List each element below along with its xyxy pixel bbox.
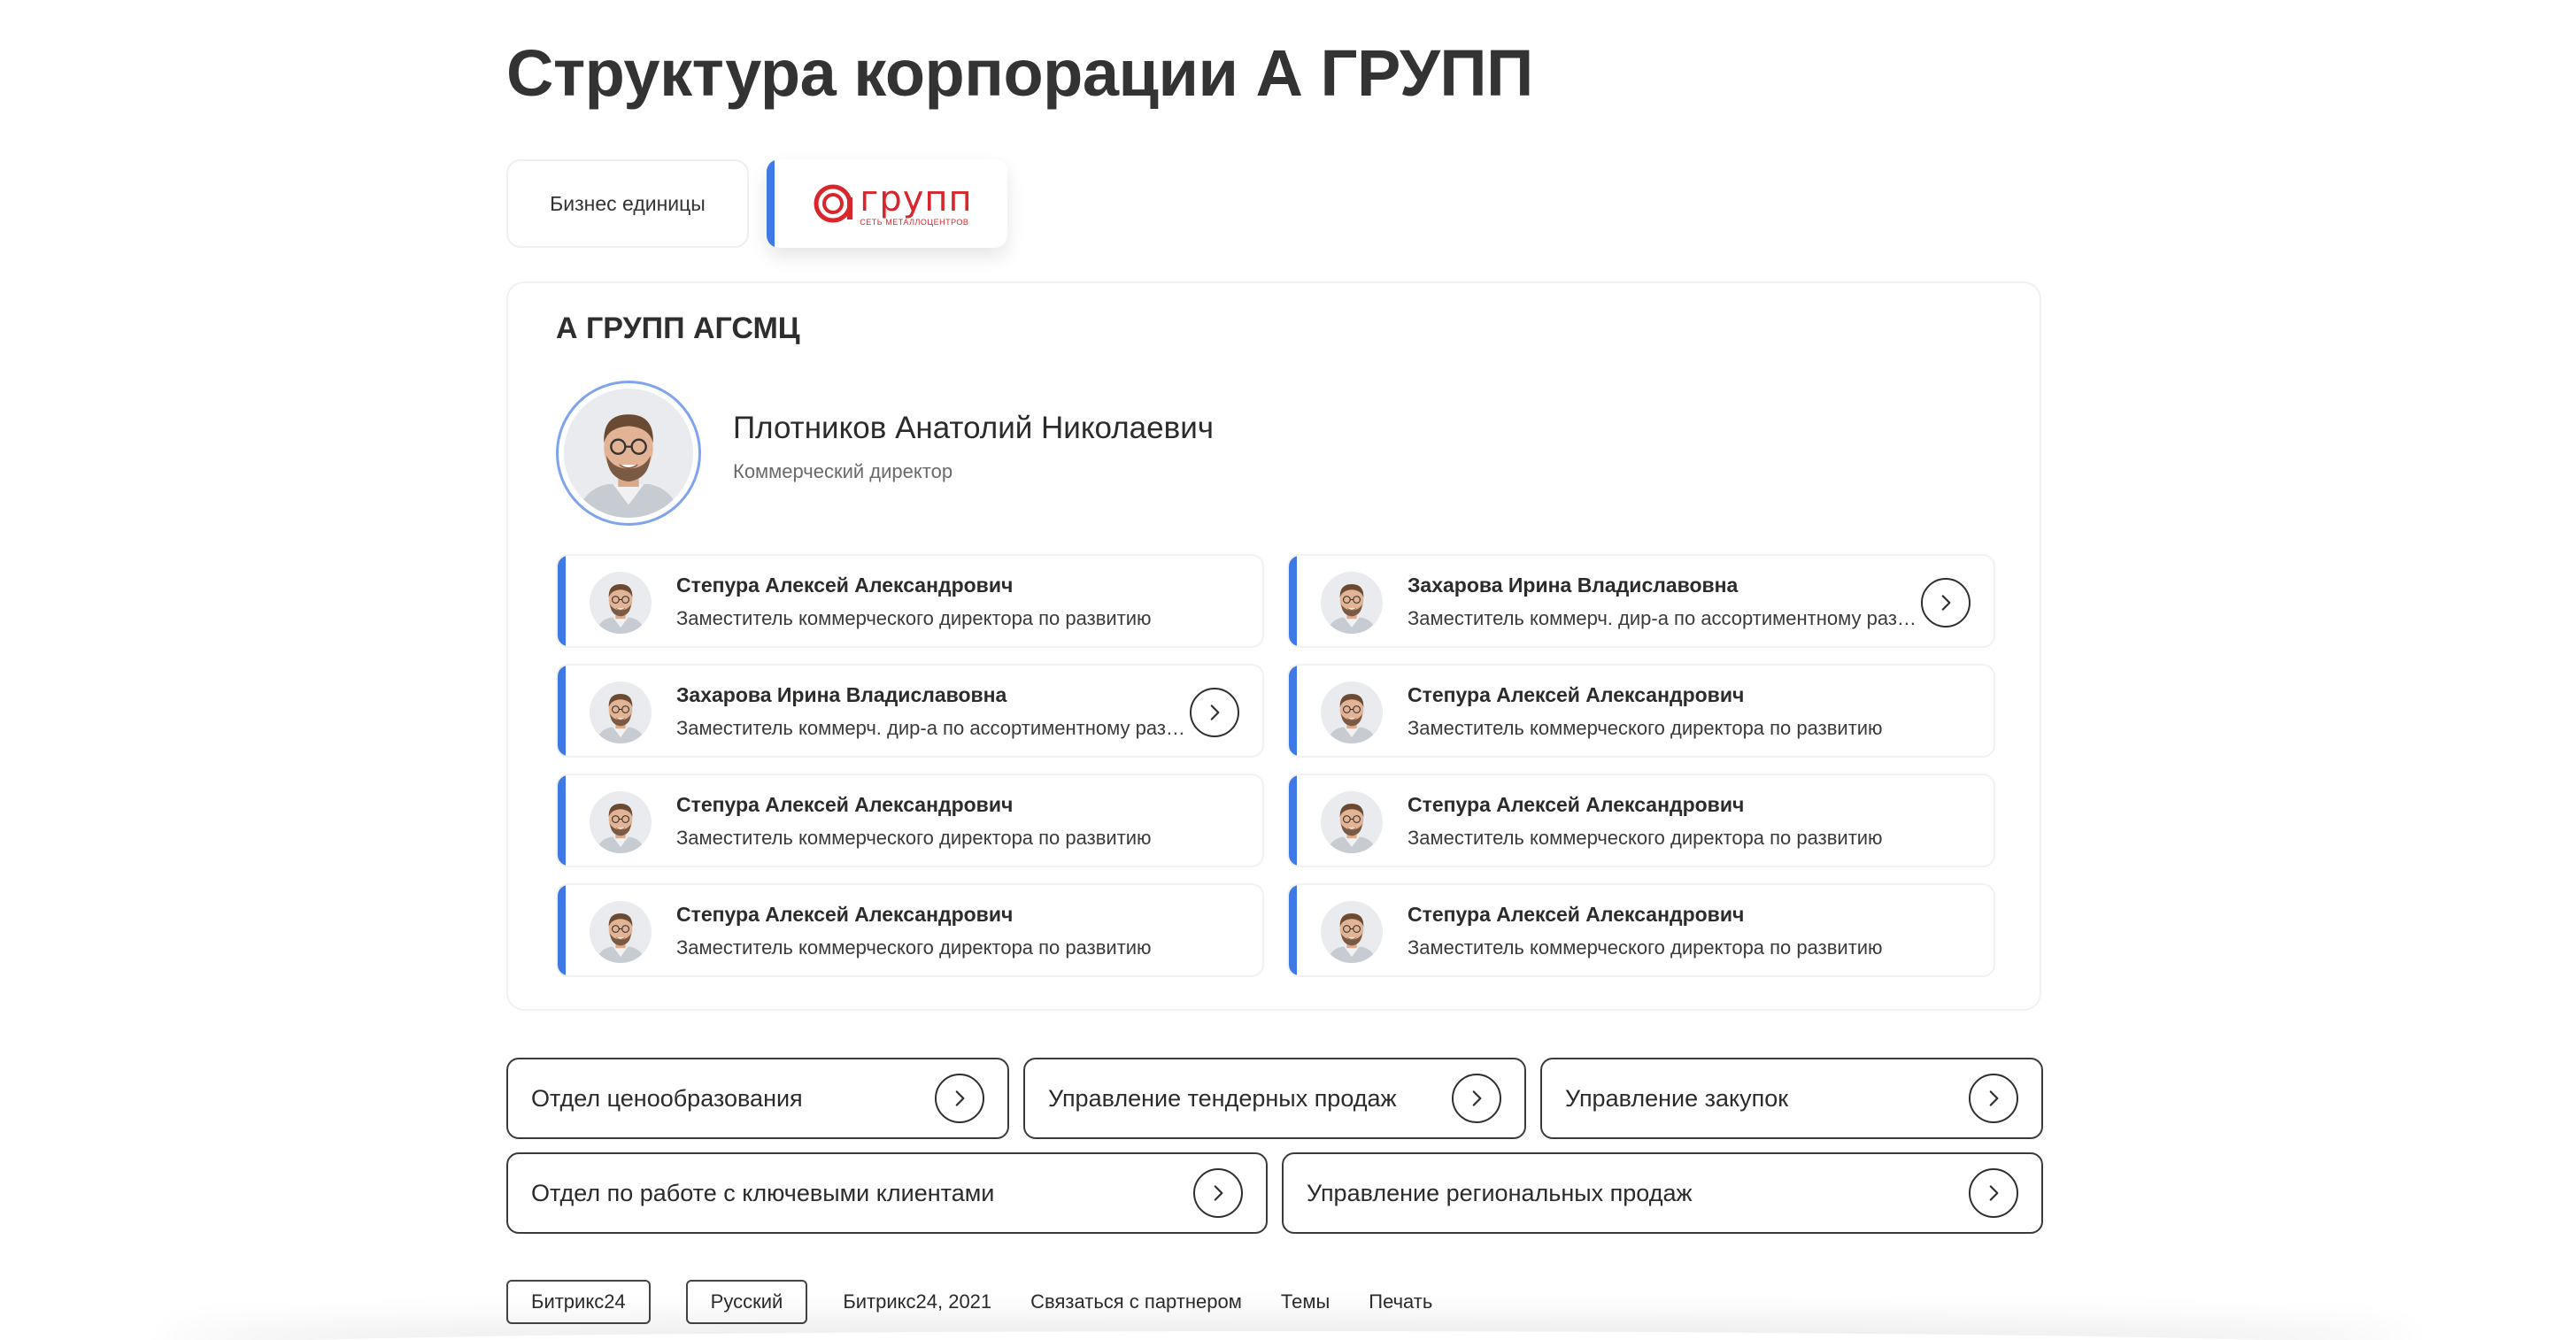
- avatar-icon: [1321, 791, 1383, 853]
- chevron-right-icon: [935, 1074, 984, 1123]
- employee-name: Захарова Ирина Владиславовна: [1408, 574, 1739, 597]
- head-role: Коммерческий директор: [733, 460, 953, 482]
- page-title: Структура корпорации А ГРУПП: [506, 36, 1533, 110]
- avatar: [1321, 791, 1383, 853]
- employee-card[interactable]: Степура Алексей Александрович Заместител…: [556, 774, 1264, 867]
- employee-role: Заместитель коммерческого директора по р…: [676, 607, 1152, 629]
- contact-partner-link[interactable]: Связаться с партнером: [1030, 1290, 1242, 1313]
- chevron-right-icon: [1969, 1168, 2018, 1218]
- avatar: [590, 791, 652, 853]
- avatar: [1321, 682, 1383, 743]
- department-procurement[interactable]: Управление закупок: [1540, 1058, 2043, 1139]
- department-label: Управление тендерных продаж: [1048, 1084, 1397, 1112]
- employee-role: Заместитель коммерческого директора по р…: [1408, 827, 1883, 849]
- copyright-link[interactable]: Битрикс24, 2021: [843, 1290, 991, 1313]
- head-avatar[interactable]: [556, 381, 701, 526]
- employee-card[interactable]: Степура Алексей Александрович Заместител…: [1287, 664, 1995, 758]
- department-pricing[interactable]: Отдел ценообразования: [506, 1058, 1009, 1139]
- department-tender-sales[interactable]: Управление тендерных продаж: [1023, 1058, 1526, 1139]
- business-units-tabs: Бизнес единицы групп СЕТЬ МЕТАЛЛОЦЕНТРОВ: [506, 159, 1007, 248]
- employee-name: Степура Алексей Александрович: [1408, 793, 1745, 816]
- avatar-icon: [1321, 682, 1383, 743]
- employee-grid: Степура Алексей Александрович Заместител…: [556, 554, 1995, 977]
- employee-role: Заместитель коммерческого директора по р…: [1408, 717, 1883, 739]
- department-label: Отдел ценообразования: [531, 1084, 803, 1112]
- avatar-icon: [590, 901, 652, 963]
- avatar: [590, 682, 652, 743]
- department-label: Управление закупок: [1565, 1084, 1789, 1112]
- employee-name: Степура Алексей Александрович: [1408, 683, 1745, 706]
- employee-role: Заместитель коммерческого директора по р…: [676, 936, 1152, 959]
- department-regional-sales[interactable]: Управление региональных продаж: [1282, 1152, 2043, 1234]
- department-label: Управление региональных продаж: [1307, 1179, 1693, 1206]
- chevron-right-icon: [1969, 1074, 2018, 1123]
- logo-main-text: групп: [860, 178, 973, 219]
- chevron-right-icon: [1193, 1168, 1243, 1218]
- chevron-right-icon: [1203, 701, 1226, 724]
- language-button[interactable]: Русский: [685, 1280, 808, 1324]
- avatar-icon: [564, 389, 693, 518]
- employee-card[interactable]: Захарова Ирина Владиславовна Заместитель…: [556, 664, 1264, 758]
- bitrix24-button[interactable]: Битрикс24: [506, 1280, 651, 1324]
- employee-name: Степура Алексей Александрович: [1408, 903, 1745, 926]
- avatar-icon: [590, 682, 652, 743]
- print-link[interactable]: Печать: [1369, 1290, 1432, 1313]
- employee-name: Степура Алексей Александрович: [676, 903, 1014, 926]
- avatar-icon: [590, 791, 652, 853]
- logo-sub-text: СЕТЬ МЕТАЛЛОЦЕНТРОВ: [860, 217, 969, 227]
- footer: Битрикс24 Русский Битрикс24, 2021 Связат…: [506, 1280, 1471, 1324]
- departments-row-2: Отдел по работе с ключевыми клиентами Уп…: [506, 1152, 2043, 1234]
- employee-role: Заместитель коммерч. дир-а по ассортимен…: [676, 717, 1193, 739]
- departments-row-1: Отдел ценообразования Управление тендерн…: [506, 1058, 2043, 1139]
- tab-agroup-logo[interactable]: групп СЕТЬ МЕТАЛЛОЦЕНТРОВ: [767, 159, 1007, 248]
- expand-subordinates-button[interactable]: [1921, 578, 1971, 628]
- employee-card[interactable]: Степура Алексей Александрович Заместител…: [556, 554, 1264, 648]
- themes-link[interactable]: Темы: [1281, 1290, 1330, 1313]
- avatar: [1321, 901, 1383, 963]
- business-unit-card: А ГРУПП АГСМЦ Плотников Анатолий Николае…: [506, 281, 2041, 1011]
- avatar: [590, 572, 652, 634]
- employee-role: Заместитель коммерческого директора по р…: [676, 827, 1152, 849]
- employee-role: Заместитель коммерч. дир-а по ассортимен…: [1408, 607, 1924, 629]
- avatar-icon: [1321, 901, 1383, 963]
- chevron-right-icon: [1934, 591, 1957, 614]
- avatar: [1321, 572, 1383, 634]
- employee-name: Степура Алексей Александрович: [676, 574, 1014, 597]
- chevron-right-icon: [1452, 1074, 1501, 1123]
- unit-title: А ГРУПП АГСМЦ: [556, 312, 800, 345]
- bottom-panel-shadow: [159, 1331, 2417, 1340]
- employee-role: Заместитель коммерческого директора по р…: [1408, 936, 1883, 959]
- agroup-a-logo-icon: [814, 184, 853, 223]
- avatar-icon: [1321, 572, 1383, 634]
- employee-name: Степура Алексей Александрович: [676, 793, 1014, 816]
- employee-card[interactable]: Степура Алексей Александрович Заместител…: [556, 883, 1264, 977]
- department-key-clients[interactable]: Отдел по работе с ключевыми клиентами: [506, 1152, 1268, 1234]
- avatar-icon: [590, 572, 652, 634]
- department-label: Отдел по работе с ключевыми клиентами: [531, 1179, 995, 1206]
- head-name[interactable]: Плотников Анатолий Николаевич: [733, 411, 1214, 446]
- tab-business-units[interactable]: Бизнес единицы: [506, 159, 749, 248]
- agroup-logo: групп СЕТЬ МЕТАЛЛОЦЕНТРОВ: [812, 181, 972, 227]
- employee-name: Захарова Ирина Владиславовна: [676, 683, 1007, 706]
- employee-card[interactable]: Захарова Ирина Владиславовна Заместитель…: [1287, 554, 1995, 648]
- employee-card[interactable]: Степура Алексей Александрович Заместител…: [1287, 774, 1995, 867]
- avatar: [590, 901, 652, 963]
- expand-subordinates-button[interactable]: [1190, 688, 1239, 737]
- employee-card[interactable]: Степура Алексей Александрович Заместител…: [1287, 883, 1995, 977]
